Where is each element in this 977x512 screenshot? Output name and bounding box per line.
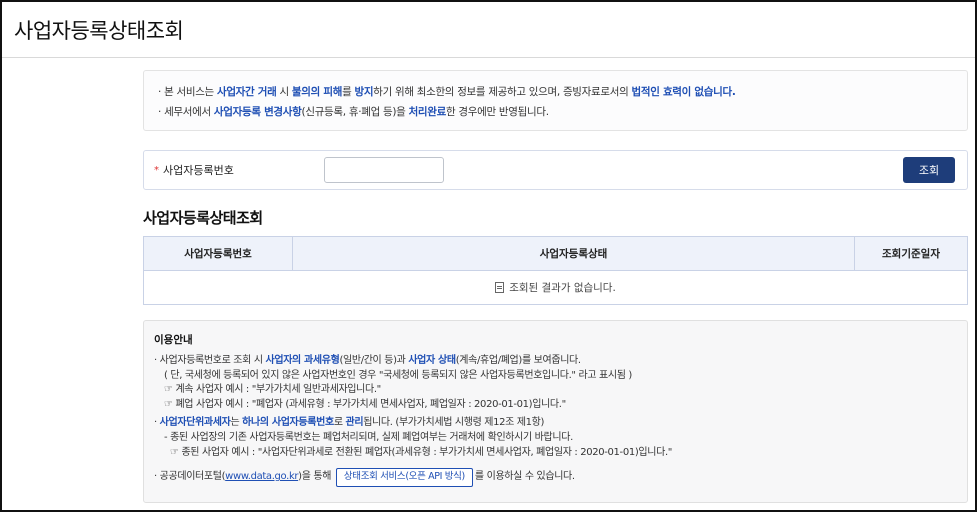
business-number-label: 사업자등록번호 [163,164,234,177]
column-date: 조회기준일자 [854,236,968,271]
open-api-button[interactable]: 상태조회 서비스(오픈 API 방식) [335,468,473,487]
column-business-number: 사업자등록번호 [143,236,293,271]
guide-line-6: - 종된 사업장의 기존 사업자등록번호는 폐업처리되며, 실제 폐업여부는 거… [164,431,573,443]
required-mark: * [154,164,159,176]
guide-line-4: ☞ 폐업 사업자 예시 : "폐업자 (과세유형 : 부가가치세 면세사업자, … [164,398,566,410]
emphasis-text: 사업자의 과세유형 [265,355,340,366]
empty-result-text: 조회된 결과가 없습니다. [509,282,616,294]
table-row: 조회된 결과가 없습니다. [143,270,968,305]
plain-text: · 본 서비스는 [158,86,217,98]
notice-box: · 본 서비스는 사업자간 거래 시 불의의 피해를 방지하기 위해 최소한의 … [143,70,968,131]
plain-text: 로 [333,417,346,429]
guide-line-8-prefix: · 공공데이터포털( [154,471,226,483]
plain-text: (신규등록, 휴·폐업 등)을 [301,106,409,118]
table-header-row: 사업자등록번호 사업자등록상태 조회기준일자 [143,236,968,271]
emphasis-text: 사업자간 거래 [216,86,277,98]
emphasis-text: 하나의 사업자등록번호 [242,417,334,429]
results-table: 사업자등록번호 사업자등록상태 조회기준일자 조회된 결과가 없습니다. [143,236,968,305]
results-title: 사업자등록상태조회 [143,209,263,227]
guide-line-8-suffix: 를 이용하실 수 있습니다. [474,471,575,483]
page-title: 사업자등록상태조회 [14,18,184,43]
page-frame: 사업자등록상태조회 · 본 서비스는 사업자간 거래 시 불의의 피해를 방지하… [0,0,977,512]
usage-guide: 이용안내 · 사업자등록번호로 조회 시 사업자의 과세유형(일반/간이 등)과… [143,320,968,503]
guide-line-5: · 사업자단위과세자는 하나의 사업자등록번호로 관리됩니다. (부가가치세법 … [154,416,957,431]
emphasis-text: 불의의 피해 [291,86,343,98]
plain-text: 하기 위해 최소한의 정보를 제공하고 있으며, 증빙자료로서의 [373,86,632,98]
plain-text: (계속/휴업/폐업)를 보여줍니다. [455,355,581,366]
emphasis-text: 방지 [354,86,374,98]
guide-line-1: · 사업자등록번호로 조회 시 사업자의 과세유형(일반/간이 등)과 사업자 … [154,354,957,369]
guide-line-7: ☞ 종된 사업자 예시 : "사업자단위과세로 전환된 폐업자(과세유형 : 부… [170,446,673,458]
plain-text: (일반/간이 등)과 [339,355,409,366]
guide-line-8: · 공공데이터포털(www.data.go.kr)을 통해 상태조회 서비스(오… [154,468,957,487]
data-portal-link[interactable]: www.data.go.kr [225,471,298,482]
page-header: 사업자등록상태조회 [2,2,975,58]
plain-text: · 사업자등록번호로 조회 시 [154,355,266,366]
plain-text: 됩니다. (부가가치세법 시행령 제12조 제1항) [363,417,545,429]
emphasis-text: 사업자단위과세자 [159,417,231,429]
emphasis-text: 법적인 효력이 없습니다. [631,86,736,98]
guide-line-3: ☞ 계속 사업자 예시 : "부가가치세 일반과세자입니다." [164,384,381,396]
search-form: * 사업자등록번호 조회 [143,150,968,190]
column-status: 사업자등록상태 [292,236,855,271]
emphasis-text: 사업자등록 변경사항 [213,106,302,118]
main-content: · 본 서비스는 사업자간 거래 시 불의의 피해를 방지하기 위해 최소한의 … [143,70,968,503]
guide-title: 이용안내 [154,334,193,346]
plain-text: 시 [276,86,292,98]
guide-line-2: ( 단, 국세청에 등록되어 있지 않은 사업자번호인 경우 "국세청에 등록되… [164,369,632,381]
plain-text: 한 경우에만 반영됩니다. [446,106,549,118]
search-button[interactable]: 조회 [903,157,955,183]
empty-result: 조회된 결과가 없습니다. [143,270,968,305]
document-icon [495,282,505,293]
notice-line-1: · 본 서비스는 사업자간 거래 시 불의의 피해를 방지하기 위해 최소한의 … [158,82,953,102]
emphasis-text: 처리완료 [408,106,447,118]
plain-text: 는 [230,417,243,429]
emphasis-text: 사업자 상태 [408,355,456,366]
emphasis-text: 관리 [345,417,364,429]
plain-text: · 세무서에서 [158,106,214,118]
business-number-input[interactable] [324,157,444,183]
plain-text: 를 [342,86,355,98]
guide-line-8-middle: )을 통해 [298,471,334,483]
notice-line-2: · 세무서에서 사업자등록 변경사항(신규등록, 휴·폐업 등)을 처리완료한 … [158,102,953,122]
